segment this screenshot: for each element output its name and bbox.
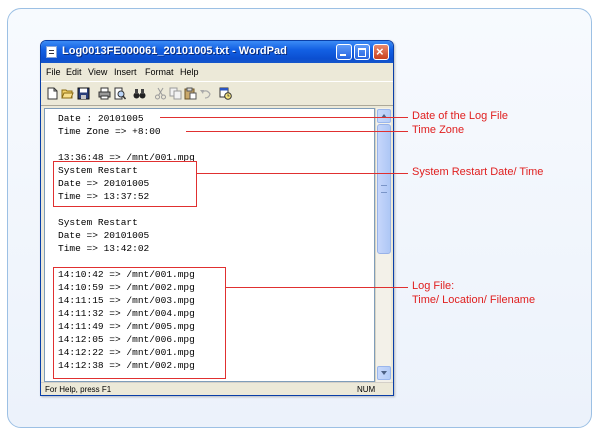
date-leader-line <box>160 117 408 118</box>
title-bar[interactable]: Log0013FE000061_20101005.txt - WordPad × <box>41 41 393 63</box>
find-binoculars-icon[interactable] <box>133 87 146 100</box>
menu-bar: File Edit View Insert Format Help <box>41 63 393 81</box>
num-lock-indicator: NUM <box>357 385 376 394</box>
wordpad-app-icon[interactable] <box>46 46 57 58</box>
status-bar: For Help, press F1 NUM <box>41 382 393 395</box>
menu-insert[interactable]: Insert <box>114 67 137 77</box>
callout-logfile-title: Log File: <box>412 280 455 292</box>
window-title: Log0013FE000061_20101005.txt - WordPad <box>62 45 287 57</box>
restart-highlight-box <box>53 161 197 207</box>
cut-icon[interactable] <box>154 87 167 100</box>
logfile-leader-line <box>226 287 408 288</box>
restart-leader-line <box>197 173 408 174</box>
menu-edit[interactable]: Edit <box>66 67 82 77</box>
open-folder-icon[interactable] <box>61 87 74 100</box>
undo-icon[interactable] <box>199 87 212 100</box>
close-icon: × <box>376 44 384 59</box>
toolbar <box>41 81 393 106</box>
maximize-button[interactable] <box>354 44 370 60</box>
log-line: System Restart <box>58 217 138 228</box>
menu-view[interactable]: View <box>88 67 107 77</box>
copy-icon[interactable] <box>169 87 182 100</box>
scroll-thumb[interactable] <box>377 124 391 254</box>
scroll-up-button[interactable] <box>377 109 391 123</box>
menu-help[interactable]: Help <box>180 67 199 77</box>
print-icon[interactable] <box>98 87 111 100</box>
callout-date: Date of the Log File <box>412 110 509 122</box>
log-line: Date : 20101005 <box>58 113 144 124</box>
log-line: Time Zone => +8:00 <box>58 126 161 137</box>
status-help-text: For Help, press F1 <box>45 385 112 394</box>
close-button[interactable]: × <box>373 44 389 60</box>
log-line: Time => 13:42:02 <box>58 243 150 254</box>
menu-format[interactable]: Format <box>145 67 174 77</box>
log-line: Date => 20101005 <box>58 230 150 241</box>
menu-file[interactable]: File <box>46 67 61 77</box>
callout-logfile-detail: Time/ Location/ Filename <box>412 294 536 306</box>
callout-restart: System Restart Date/ Time <box>412 166 544 178</box>
paste-icon[interactable] <box>184 87 197 100</box>
timezone-leader-line <box>186 131 408 132</box>
vertical-scrollbar[interactable] <box>375 108 391 382</box>
save-icon[interactable] <box>77 87 90 100</box>
print-preview-icon[interactable] <box>113 87 126 100</box>
new-document-icon[interactable] <box>46 87 59 100</box>
logfile-highlight-box <box>53 267 226 379</box>
scroll-down-button[interactable] <box>377 366 391 380</box>
minimize-button[interactable] <box>336 44 352 60</box>
insert-datetime-icon[interactable] <box>219 87 232 100</box>
callout-timezone: Time Zone <box>412 124 465 136</box>
